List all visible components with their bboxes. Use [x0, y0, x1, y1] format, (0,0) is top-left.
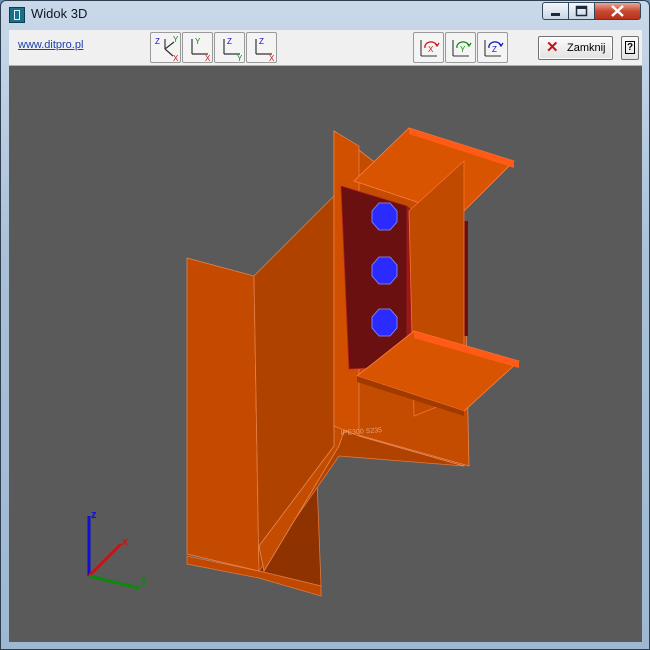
rotate-z-icon: Z: [484, 40, 504, 57]
view-yz-button[interactable]: Z Y: [214, 32, 245, 63]
toolbar: www.ditpro.pl Z Y X Y X Z Y Z X X Y Z ✕ …: [9, 30, 642, 66]
title-bar[interactable]: Widok 3D: [1, 1, 649, 29]
svg-text:Y: Y: [237, 54, 243, 62]
help-button[interactable]: ?: [621, 36, 639, 60]
svg-text:Z: Z: [155, 37, 160, 46]
bolt: [371, 256, 398, 285]
view-xy-button[interactable]: Y X: [182, 32, 213, 63]
rotate-y-icon: Y: [452, 40, 472, 57]
svg-text:Z: Z: [259, 37, 264, 46]
close-dialog-button[interactable]: ✕ Zamknij: [538, 36, 613, 60]
svg-text:X: X: [205, 54, 211, 62]
window-title: Widok 3D: [31, 6, 88, 21]
yz-axes-icon: Z Y: [223, 37, 243, 62]
rotate-y-button[interactable]: Y: [445, 32, 476, 63]
red-x-icon: ✕: [546, 39, 559, 56]
isometric-axes-icon: Z Y X: [155, 35, 179, 62]
z-axis-label: z: [91, 509, 97, 521]
3d-viewport[interactable]: IPE300 S235 z x y: [9, 66, 642, 642]
svg-text:Y: Y: [173, 35, 179, 44]
y-axis: [88, 574, 140, 590]
minimize-icon: [551, 13, 560, 16]
svg-text:X: X: [428, 45, 434, 54]
svg-text:X: X: [269, 54, 275, 62]
app-icon: [9, 7, 25, 23]
svg-text:Y: Y: [195, 37, 201, 46]
window-close-button[interactable]: [594, 2, 641, 20]
maximize-button[interactable]: [568, 2, 595, 20]
bolt: [371, 308, 398, 337]
x-axis: [87, 542, 123, 578]
minimize-button[interactable]: [542, 2, 569, 20]
xz-axes-icon: Z X: [255, 37, 275, 62]
svg-text:X: X: [173, 54, 179, 62]
svg-text:Z: Z: [492, 45, 497, 54]
svg-text:Z: Z: [227, 37, 232, 46]
x-axis-label: x: [122, 536, 129, 548]
help-icon: ?: [625, 41, 635, 54]
xy-axes-icon: Y X: [191, 37, 211, 62]
steel-connection-model: IPE300 S235 z x y: [87, 127, 520, 597]
rotate-x-button[interactable]: X: [413, 32, 444, 63]
axis-triad: z x y: [87, 509, 148, 590]
rotate-x-icon: X: [420, 40, 440, 57]
maximize-icon: [575, 5, 588, 17]
close-icon: [611, 5, 624, 17]
svg-text:Y: Y: [460, 45, 466, 54]
website-link[interactable]: www.ditpro.pl: [18, 39, 83, 51]
app-window: Widok 3D www.ditpro.pl Z Y X Y X Z Y Z X…: [0, 0, 650, 650]
bolt: [371, 202, 398, 231]
y-axis-label: y: [141, 575, 148, 587]
rotate-z-button[interactable]: Z: [477, 32, 508, 63]
view-xz-button[interactable]: Z X: [246, 32, 277, 63]
close-dialog-label: Zamknij: [567, 42, 606, 54]
isometric-view-button[interactable]: Z Y X: [150, 32, 181, 63]
column-left-flange: [186, 257, 260, 572]
